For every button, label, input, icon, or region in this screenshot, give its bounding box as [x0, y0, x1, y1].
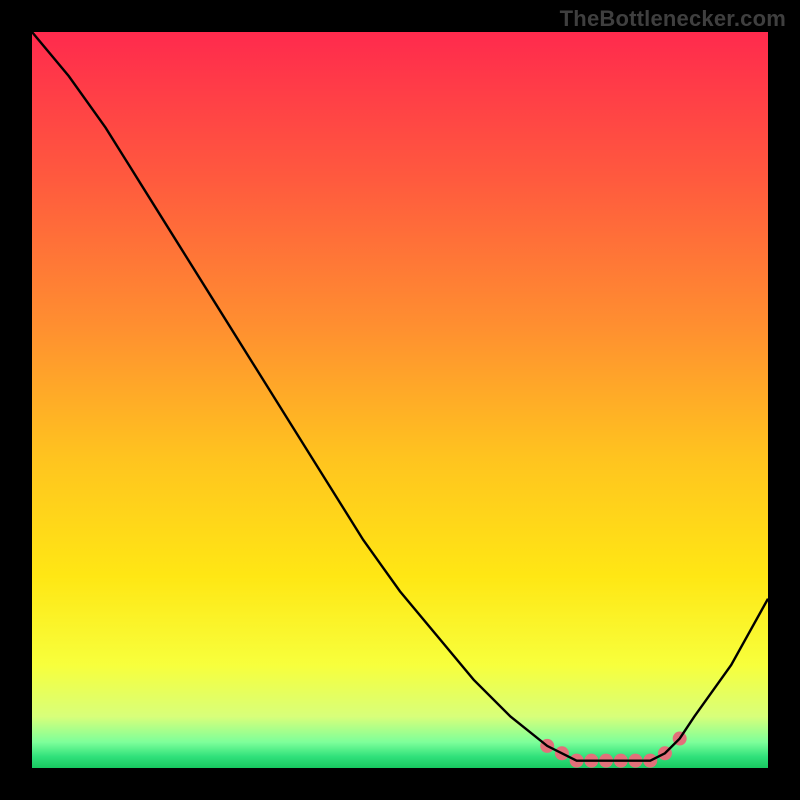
watermark-text: TheBottlenecker.com — [560, 6, 786, 32]
chart-plot-area — [32, 32, 768, 768]
gradient-background — [32, 32, 768, 768]
chart-svg — [32, 32, 768, 768]
